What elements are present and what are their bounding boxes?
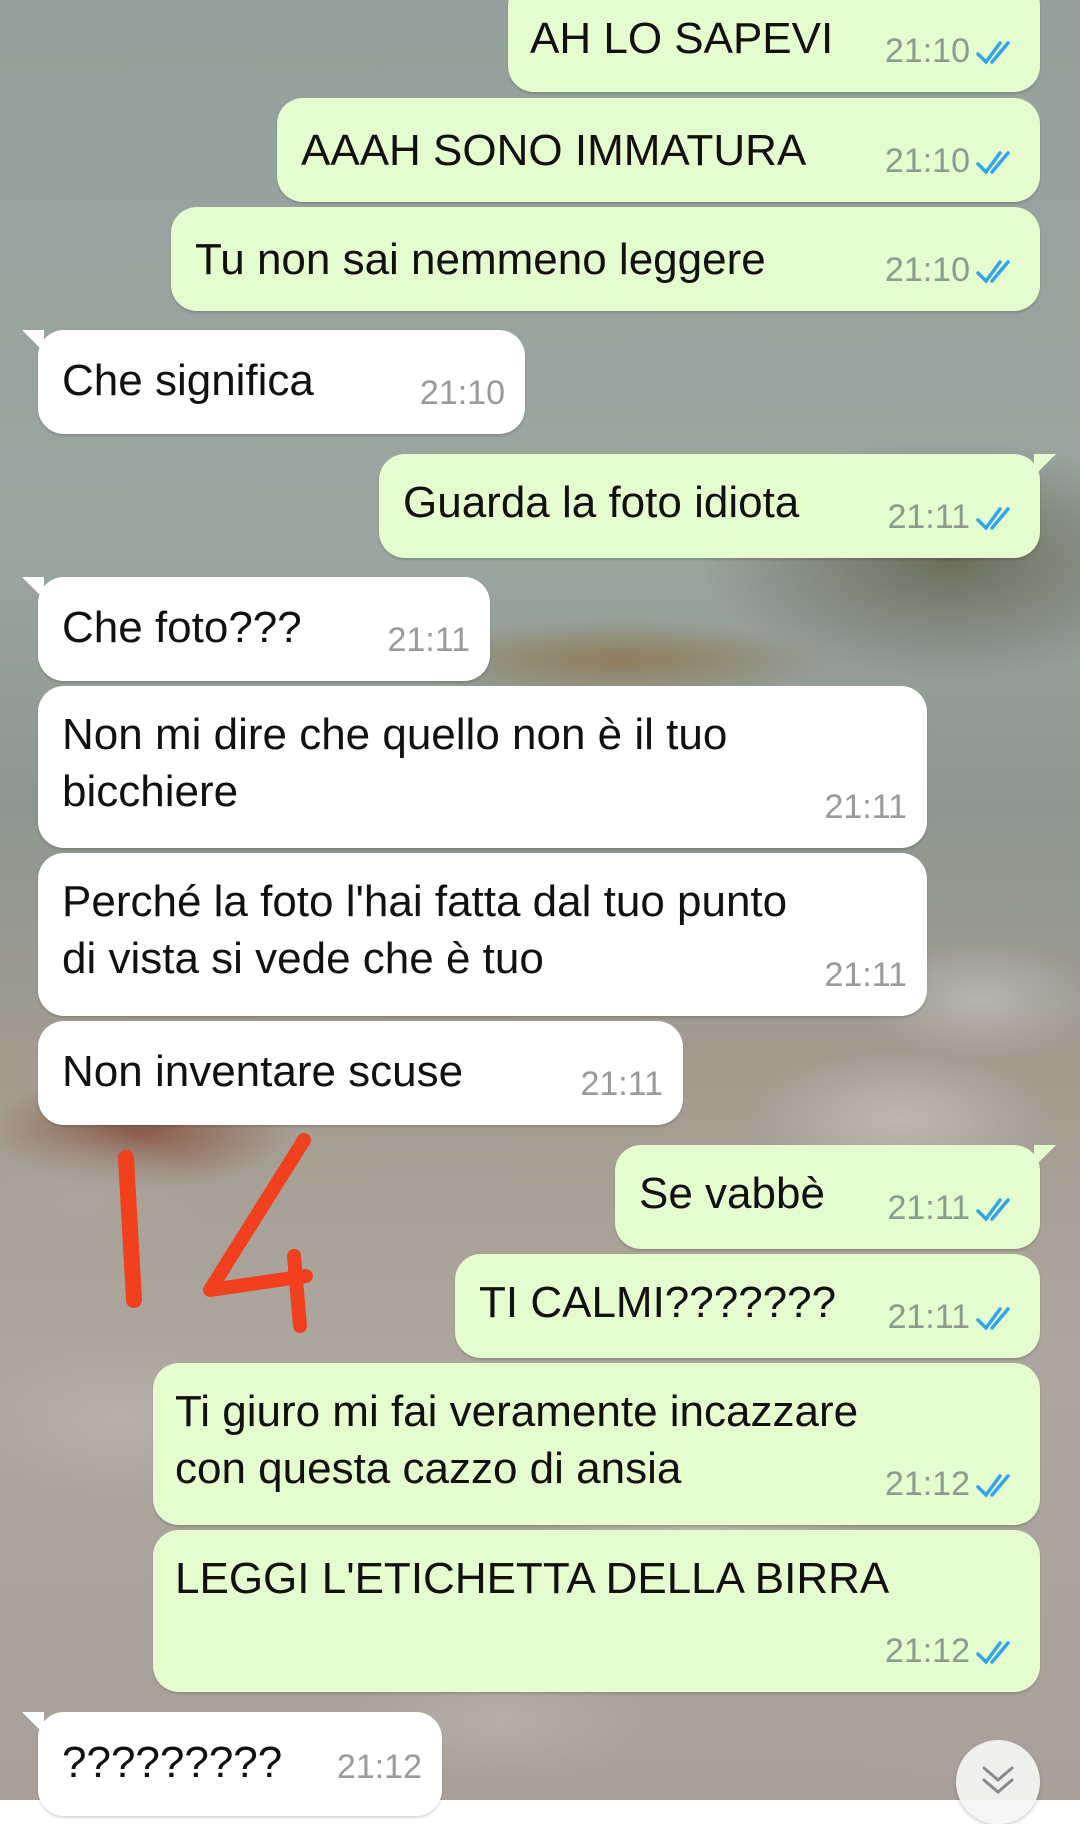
message-time: 21:11 [887,1189,970,1227]
message-time: 21:11 [387,621,470,659]
message-text: Perché la foto l'hai fatta dal tuo punto… [62,877,788,983]
double-check-icon [976,40,1010,65]
message-bubble-incoming[interactable]: Perché la foto l'hai fatta dal tuo punto… [38,853,927,1016]
message-meta: 21:11 [387,612,470,669]
message-time: 21:11 [824,788,907,826]
message-time: 21:10 [884,251,970,289]
message-bubble-incoming[interactable]: Che foto??? 21:11 [22,577,490,681]
message-time: 21:10 [884,32,970,70]
double-check-icon [976,1197,1010,1222]
double-check-icon [976,1306,1010,1331]
message-meta: 21:11 [887,489,1020,546]
handwritten-14-annotation [118,1133,313,1333]
message-meta: 21:11 [580,1056,663,1113]
message-meta: 21:11 [824,779,907,836]
message-meta: 21:12 [885,1623,1020,1680]
message-text: Che foto??? [62,603,302,652]
message-meta: 21:11 [887,1289,1020,1346]
message-text: Se vabbè [639,1169,825,1218]
message-bubble-outgoing[interactable]: Se vabbè 21:11 [615,1145,1056,1249]
message-time: 21:10 [884,142,970,180]
message-meta: 21:11 [887,1180,1020,1237]
double-check-icon [976,1640,1010,1665]
message-bubble-outgoing[interactable]: AH LO SAPEVI 21:10 [508,0,1040,92]
message-time: 21:11 [887,1298,970,1336]
message-text: Non mi dire che quello non è il tuo bicc… [62,710,728,816]
message-bubble-incoming[interactable]: Non mi dire che quello non è il tuo bicc… [38,686,927,848]
message-bubble-outgoing[interactable]: Ti giuro mi fai veramente incazzare con … [153,1363,1040,1525]
message-text: AH LO SAPEVI [530,14,834,63]
message-time: 21:11 [580,1065,663,1103]
message-text: Non inventare scuse [62,1047,464,1096]
message-meta: 21:12 [885,1456,1020,1513]
message-bubble-outgoing[interactable]: Tu non sai nemmeno leggere 21:10 [171,207,1040,311]
message-text: LEGGI L'ETICHETTA DELLA BIRRA [175,1554,890,1603]
message-text: TI CALMI??????? [479,1278,837,1327]
message-bubble-outgoing[interactable]: LEGGI L'ETICHETTA DELLA BIRRA 21:12 [153,1530,1040,1692]
message-time: 21:12 [884,1465,970,1503]
message-bubble-outgoing[interactable]: TI CALMI??????? 21:11 [455,1254,1040,1358]
message-bubble-outgoing[interactable]: Guarda la foto idiota 21:11 [379,454,1056,558]
message-bubble-outgoing[interactable]: AAAH SONO IMMATURA 21:10 [277,98,1040,202]
message-time: 21:11 [824,956,907,994]
message-meta: 21:11 [824,947,907,1004]
message-bubble-incoming[interactable]: Che significa 21:10 [22,330,525,434]
scroll-to-bottom-button[interactable] [956,1740,1040,1824]
message-meta: 21:10 [420,365,505,422]
double-check-icon [976,1473,1010,1498]
message-time: 21:12 [884,1632,970,1670]
message-meta: 21:10 [885,23,1020,80]
message-time: 21:11 [887,498,970,536]
double-check-icon [976,150,1010,175]
message-meta: 21:10 [885,242,1020,299]
message-text: Tu non sai nemmeno leggere [195,235,766,284]
double-check-icon [976,259,1010,284]
message-time: 21:12 [336,1748,422,1786]
double-check-icon [976,506,1010,531]
message-text: AAAH SONO IMMATURA [301,126,807,175]
message-time: 21:10 [419,374,505,412]
message-text: Ti giuro mi fai veramente incazzare con … [175,1387,859,1493]
message-bubble-incoming[interactable]: Non inventare scuse 21:11 [38,1021,683,1125]
message-meta: 21:12 [337,1739,422,1796]
message-text: Guarda la foto idiota [403,478,800,527]
double-chevron-down-icon [982,1766,1014,1794]
message-text: ????????? [62,1738,283,1787]
message-text: Che significa [62,356,314,405]
message-bubble-incoming[interactable]: ????????? 21:12 [22,1712,442,1816]
message-meta: 21:10 [885,133,1020,190]
